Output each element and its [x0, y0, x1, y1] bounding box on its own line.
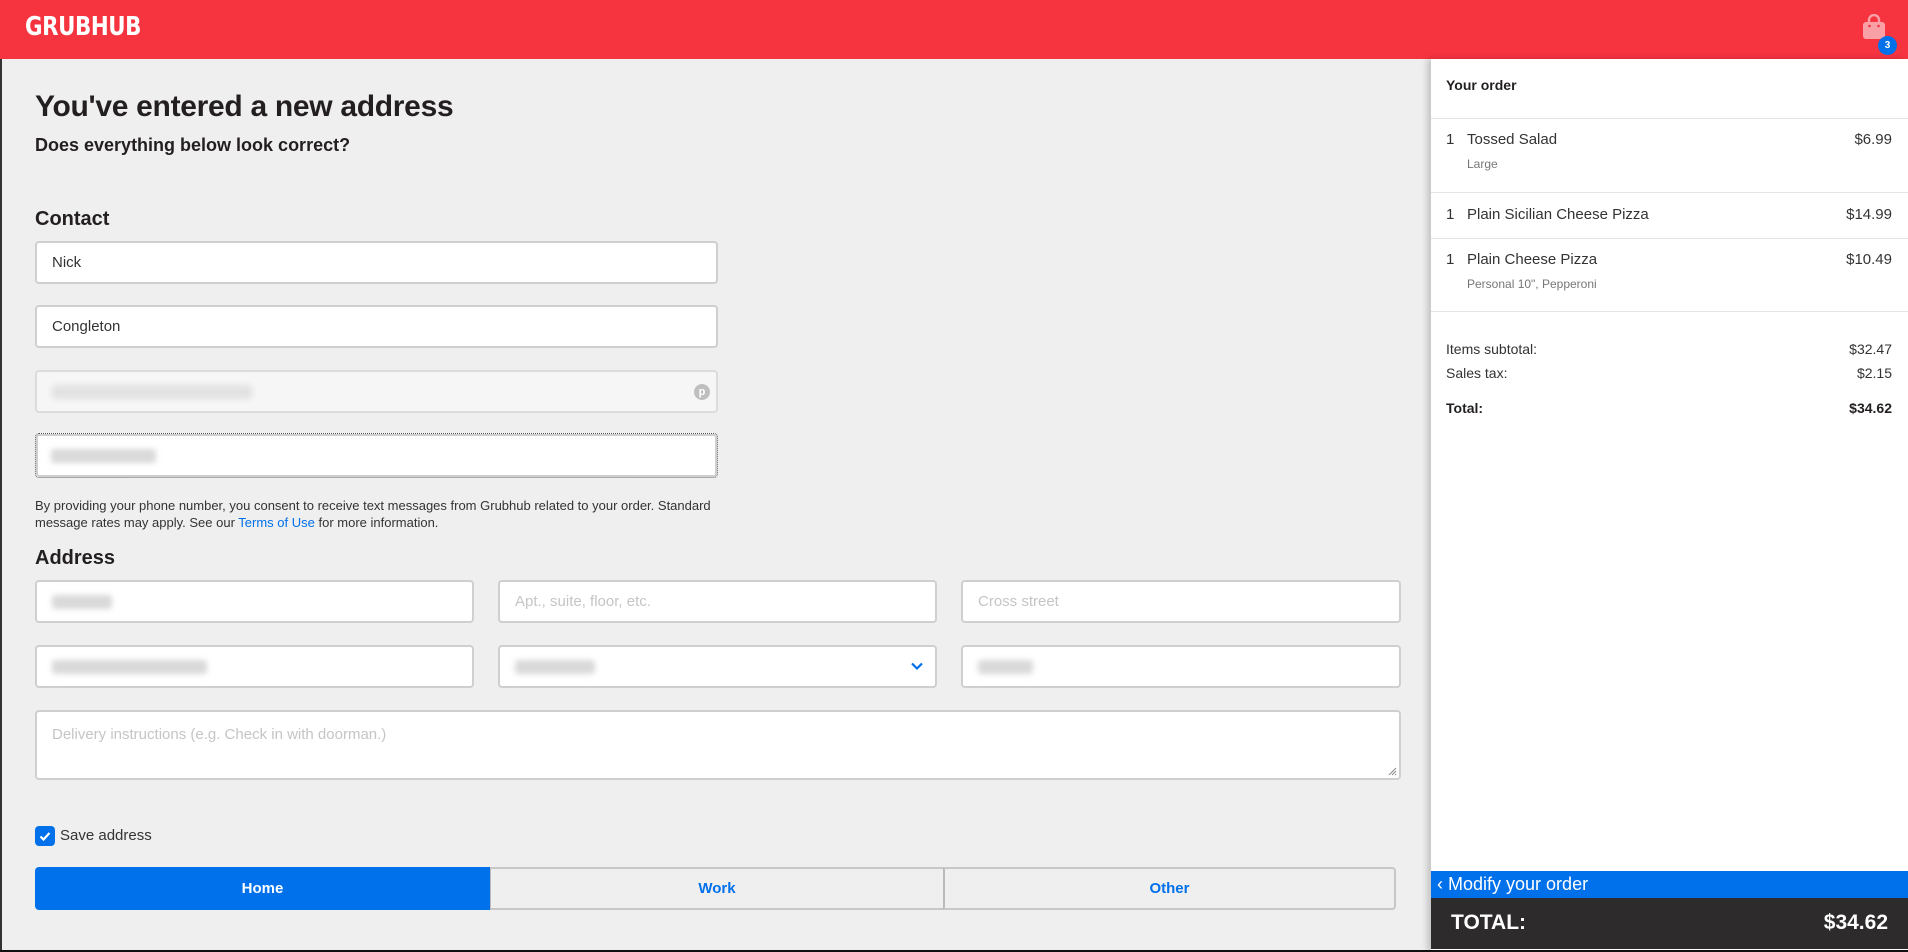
modify-order-button[interactable]: ‹ Modify your order	[1431, 871, 1908, 898]
top-bar: GRUBHUB 3	[0, 0, 1908, 59]
page-title: You've entered a new address	[35, 90, 454, 123]
consent-text-end: for more information.	[314, 515, 439, 530]
modify-order-label: Modify your order	[1448, 874, 1589, 894]
contact-heading: Contact	[35, 208, 110, 230]
order-title: Your order	[1446, 77, 1517, 93]
city-value-redacted	[52, 659, 207, 674]
subtotal-label: Items subtotal:	[1446, 341, 1538, 357]
item-qty: 1	[1446, 131, 1455, 148]
divider	[1431, 311, 1908, 312]
footer-total-value: $34.62	[1823, 911, 1888, 934]
total-value: $34.62	[1849, 400, 1892, 416]
item-qty: 1	[1446, 251, 1455, 268]
delivery-instructions-textarea[interactable]: Delivery instructions (e.g. Check in wit…	[35, 710, 1401, 780]
grubhub-logo[interactable]: GRUBHUB	[25, 12, 141, 42]
save-address-label[interactable]: Save address	[60, 827, 152, 844]
last-name-value: Congleton	[52, 318, 121, 335]
item-options: Large	[1467, 157, 1498, 171]
terms-of-use-link[interactable]: Terms of Use	[238, 515, 315, 530]
footer-total-label: TOTAL:	[1451, 911, 1527, 934]
divider	[1431, 238, 1908, 239]
email-value-redacted	[52, 384, 252, 399]
street-value-redacted	[52, 594, 112, 609]
chevron-down-icon	[911, 662, 923, 671]
save-address-checkbox[interactable]	[35, 826, 55, 846]
footer-total-bar: TOTAL: $34.62	[1431, 898, 1908, 949]
address-type-home-button[interactable]: Home	[35, 867, 490, 910]
chevron-left-icon: ‹	[1437, 874, 1443, 894]
zip-code-input[interactable]	[961, 645, 1401, 688]
checkout-form: You've entered a new address Does everyt…	[0, 59, 1430, 952]
first-name-value: Nick	[52, 254, 82, 271]
item-name: Plain Sicilian Cheese Pizza	[1467, 206, 1649, 223]
subtotal-value: $32.47	[1849, 341, 1892, 357]
first-name-input[interactable]: Nick	[35, 241, 718, 284]
item-name: Plain Cheese Pizza	[1467, 251, 1598, 268]
order-summary-panel: Your order 1 Tossed Salad $6.99 Large 1 …	[1431, 59, 1908, 952]
item-price: $6.99	[1854, 131, 1892, 148]
street-address-input[interactable]	[35, 580, 474, 623]
cross-street-input[interactable]: Cross street	[961, 580, 1401, 623]
p-autofill-icon[interactable]: p	[694, 384, 710, 400]
apt-suite-input[interactable]: Apt., suite, floor, etc.	[498, 580, 937, 623]
checkmark-icon	[39, 832, 51, 842]
address-heading: Address	[35, 547, 116, 569]
item-qty: 1	[1446, 206, 1455, 223]
divider	[1431, 118, 1908, 119]
sms-consent-text: By providing your phone number, you cons…	[35, 497, 725, 531]
item-price: $14.99	[1846, 206, 1892, 223]
zip-value-redacted	[978, 659, 1033, 674]
item-price: $10.49	[1846, 251, 1892, 268]
address-type-other-button[interactable]: Other	[943, 867, 1396, 910]
phone-value-redacted	[51, 448, 156, 463]
phone-input[interactable]	[35, 433, 718, 478]
cross-street-placeholder: Cross street	[978, 593, 1059, 610]
tax-label: Sales tax:	[1446, 365, 1508, 381]
apt-placeholder: Apt., suite, floor, etc.	[515, 593, 651, 610]
last-name-input[interactable]: Congleton	[35, 305, 718, 348]
page-subtitle: Does everything below look correct?	[35, 135, 351, 155]
state-select[interactable]	[498, 645, 937, 688]
tax-value: $2.15	[1856, 365, 1892, 381]
divider	[1431, 192, 1908, 193]
instructions-placeholder: Delivery instructions (e.g. Check in wit…	[52, 726, 387, 743]
city-input[interactable]	[35, 645, 474, 688]
resize-handle-icon[interactable]	[1387, 766, 1397, 776]
item-options: Personal 10", Pepperoni	[1467, 277, 1597, 291]
total-label: Total:	[1446, 400, 1484, 416]
address-type-work-button[interactable]: Work	[490, 867, 943, 910]
email-input[interactable]: p	[35, 370, 718, 413]
item-name: Tossed Salad	[1467, 131, 1558, 148]
state-value-redacted	[515, 659, 595, 674]
cart-count-badge: 3	[1878, 36, 1897, 55]
